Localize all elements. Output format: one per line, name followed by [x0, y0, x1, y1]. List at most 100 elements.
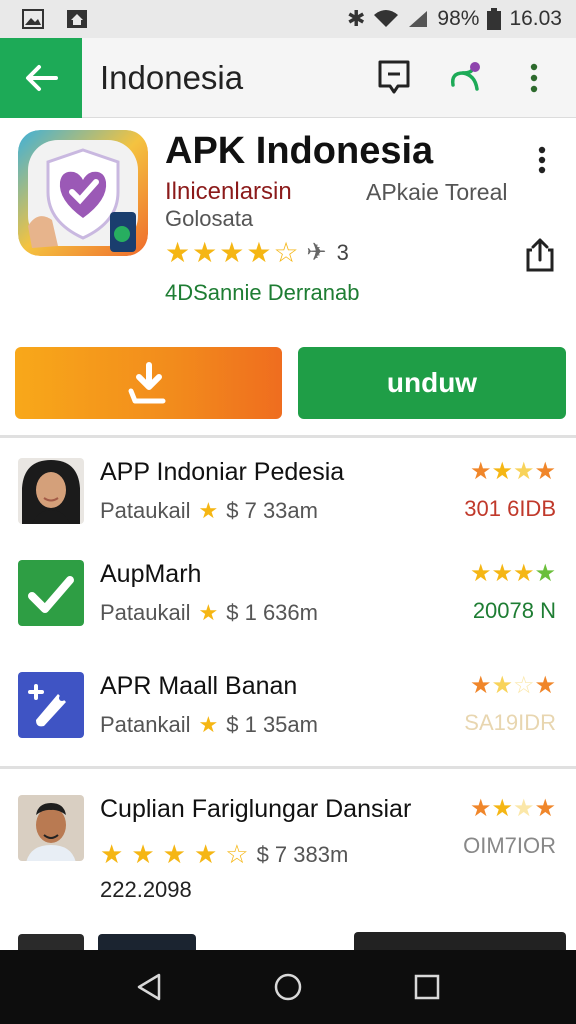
- list-item-meta: Patankail ★ $ 1 35am: [100, 712, 318, 738]
- utility-app-icon: [18, 672, 84, 738]
- avatar: [18, 934, 84, 950]
- developer-name[interactable]: Ilnicenlarsin: [165, 178, 292, 206]
- list-item-size: 20078 N: [472, 598, 556, 623]
- list-item-meta: Pataukail ★ $ 1 636m: [100, 600, 318, 626]
- list-item-rating: ★ ★ ★ ★: [470, 795, 556, 823]
- status-bar: ✱ 98% 16.03: [0, 0, 576, 38]
- list-item-value: $ 7 383m: [256, 841, 349, 867]
- share-icon: [450, 61, 480, 91]
- star-icon: ★: [534, 672, 556, 699]
- list-item-title: Cuplian Fariglungar Dansiar: [100, 795, 412, 823]
- app-icon: [18, 130, 148, 256]
- app-title: APK Indonesia: [165, 130, 434, 172]
- star-icon: ★: [469, 560, 492, 587]
- app-header: APK Indonesia Ilnicenlarsin APkaie Torea…: [0, 118, 576, 338]
- avatar: [18, 458, 84, 524]
- list-item-rating: ★ ★ ★ ★: [470, 458, 556, 486]
- share-graph-button[interactable]: [436, 50, 492, 106]
- star-icon: ★: [491, 458, 513, 485]
- check-app-icon: [18, 560, 84, 626]
- star-icon: ★: [469, 458, 492, 485]
- star-icon: ★: [198, 712, 219, 737]
- star-icon: ★: [198, 600, 219, 625]
- star-icon: ★: [162, 839, 186, 869]
- divider: [0, 435, 576, 438]
- star-icon: ★: [534, 795, 556, 822]
- share-out-icon: [526, 238, 554, 272]
- star-icon: ★: [534, 458, 556, 485]
- download-button[interactable]: [15, 347, 282, 419]
- comment-icon: [378, 60, 410, 93]
- back-button[interactable]: [0, 37, 82, 118]
- square-recents-icon: [414, 974, 439, 1000]
- list-item-label: Patankail: [100, 712, 191, 737]
- nav-back-button[interactable]: [129, 967, 169, 1007]
- clock: 16.03: [509, 7, 562, 30]
- more-vertical-icon: [530, 63, 538, 92]
- list-item-label: Pataukail: [100, 600, 191, 625]
- list-item[interactable]: APP Indoniar Pedesia Pataukail ★ $ 7 33a…: [0, 458, 576, 558]
- app-category: APkaie Toreal: [366, 179, 508, 205]
- list-item-title: APR Maall Banan: [100, 672, 298, 700]
- list-item-size: 301 6IDB: [464, 496, 556, 521]
- app-subtitle: Golosata: [165, 206, 254, 231]
- list-item-title: AupMarh: [100, 560, 202, 588]
- share-button[interactable]: [522, 236, 558, 274]
- list-item-rating: ★ ★ ☆ ★: [470, 672, 556, 700]
- star-icon: ★: [193, 839, 218, 869]
- list-item[interactable]: AupMarh Pataukail ★ $ 1 636m ★ ★ ★ ★ 200…: [0, 560, 576, 660]
- list-item-value: $ 1 636m: [226, 600, 318, 625]
- download-icon: [128, 362, 165, 404]
- star-outline-icon: ☆: [225, 839, 249, 869]
- app-more-button[interactable]: [528, 140, 556, 180]
- star-icon: ★: [469, 672, 492, 699]
- list-item-extra: 222.2098: [100, 877, 192, 902]
- star-outline-icon: ★: [512, 795, 535, 822]
- bluetooth-icon: ✱: [346, 6, 366, 31]
- wifi-icon: [374, 10, 399, 27]
- star-icon: ★: [491, 795, 513, 822]
- nav-recents-button[interactable]: [407, 967, 447, 1007]
- star-icon: ★: [198, 498, 219, 523]
- star-outline-icon: ☆: [512, 672, 535, 699]
- overflow-menu-button[interactable]: [506, 50, 562, 106]
- comment-button[interactable]: [366, 50, 422, 106]
- avatar: [18, 795, 84, 861]
- divider: [0, 766, 576, 769]
- list-item-value: $ 7 33am: [226, 498, 318, 523]
- star-icon: ★: [192, 236, 218, 268]
- more-vertical-icon: [538, 146, 546, 174]
- battery-percent: 98%: [437, 7, 480, 30]
- downloads-count: 4DSannie Derranab: [165, 280, 360, 305]
- rating-row: ★ ★ ★ ★ ☆ ✈ 3: [165, 238, 349, 267]
- signal-icon: [409, 11, 428, 27]
- list-item-meta: Pataukail ★ $ 7 33am: [100, 498, 318, 524]
- star-icon: ★: [534, 560, 556, 587]
- star-icon: ★: [165, 236, 191, 268]
- thumbnail: [98, 934, 196, 950]
- home-notification-icon: [67, 10, 87, 28]
- star-icon: ★: [100, 839, 124, 869]
- list-item-meta: ★ ★ ★ ★ ☆ $ 7 383m: [100, 839, 348, 870]
- unduh-button[interactable]: unduw: [298, 347, 566, 419]
- battery-icon: [487, 8, 502, 30]
- list-item[interactable]: APR Maall Banan Patankail ★ $ 1 35am ★ ★…: [0, 672, 576, 772]
- thumbnail: [354, 932, 566, 950]
- star-icon: ★: [512, 560, 535, 587]
- pin-icon: ✈: [306, 239, 327, 266]
- list-item[interactable]: Cuplian Fariglungar Dansiar ★ ★ ★ ★ ☆ $ …: [0, 795, 576, 915]
- rating-count: 3: [336, 239, 349, 265]
- list-item-size: OIM7IOR: [463, 833, 556, 858]
- star-icon: ★: [246, 236, 272, 268]
- system-nav-bar: [0, 950, 576, 1024]
- arrow-left-icon: [26, 64, 58, 91]
- list-item-rating: ★ ★ ★ ★: [470, 560, 556, 588]
- list-item-value: $ 1 35am: [226, 712, 318, 737]
- star-outline-icon: ☆: [273, 236, 299, 268]
- star-icon: ★: [491, 560, 513, 587]
- list-item-label: Pataukail: [100, 498, 191, 523]
- nav-home-button[interactable]: [268, 967, 308, 1007]
- gallery-icon: [22, 9, 44, 29]
- list-item-size: SA19IDR: [464, 710, 556, 735]
- star-half-icon: ★: [491, 672, 513, 699]
